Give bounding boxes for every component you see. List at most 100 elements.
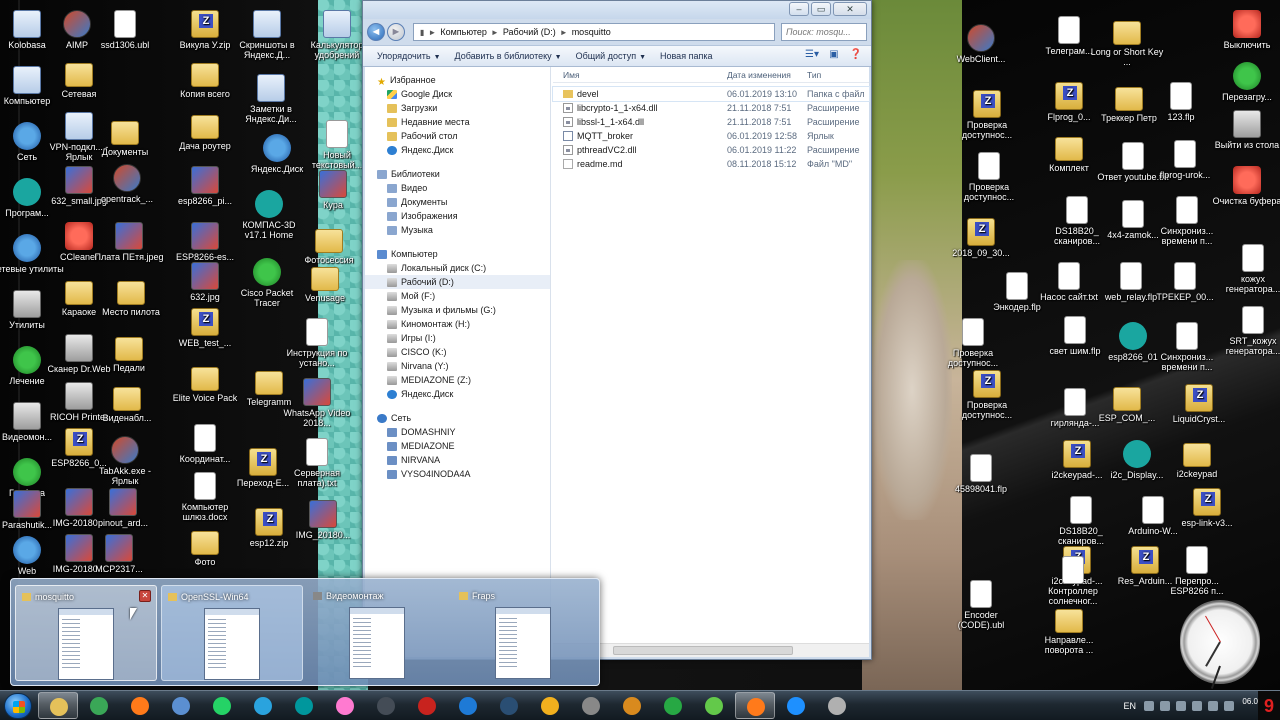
desktop-icon[interactable]: TabAkk.exe - Ярлык: [88, 436, 162, 486]
desktop-icon[interactable]: WhatsApp Video 2018...: [280, 378, 354, 428]
desktop-icon[interactable]: Venusage: [288, 264, 362, 303]
taskbar-button-thunderbird[interactable]: [161, 692, 201, 719]
taskbar-button-chrome[interactable]: [79, 692, 119, 719]
column-name[interactable]: Имя: [553, 70, 727, 80]
desktop-icon[interactable]: 123.flp: [1144, 82, 1218, 122]
nav-item-drives[interactable]: Рабочий (D:): [365, 275, 550, 289]
network-tray-icon[interactable]: [1224, 701, 1234, 711]
organize-menu[interactable]: Упорядочить ▼: [377, 51, 441, 61]
file-list[interactable]: Имя Дата изменения Тип devel 06.01.2019 1…: [552, 67, 870, 641]
favorites-header[interactable]: ★ Избранное: [365, 73, 550, 88]
taskbar-button-search[interactable]: [776, 692, 816, 719]
file-row[interactable]: devel 06.01.2019 13:10 Папка с файл: [552, 86, 870, 102]
file-row[interactable]: readme.md 08.11.2018 15:12 Файл "MD": [553, 157, 869, 171]
nav-item-drives[interactable]: Игры (I:): [365, 331, 550, 345]
nav-item-favorites[interactable]: Недавние места: [365, 115, 550, 129]
desktop-icon[interactable]: Заметки в Яндекс.Ди...: [234, 74, 308, 124]
desktop-icon[interactable]: opentrack_...: [90, 164, 164, 204]
tray-icon[interactable]: [1176, 701, 1186, 711]
desktop-icon[interactable]: i2ckeypad: [1160, 440, 1234, 479]
nav-item-network[interactable]: MEDIAZONE: [365, 439, 550, 453]
nav-item-network[interactable]: VYSO4INODA4A: [365, 467, 550, 481]
desktop-icon[interactable]: 45898041.flp: [944, 454, 1018, 494]
nav-item-drives[interactable]: Мой (F:): [365, 289, 550, 303]
close-button[interactable]: ✕: [833, 2, 867, 16]
add-to-library-menu[interactable]: Добавить в библиотеку ▼: [455, 51, 562, 61]
taskbar-button-aimp[interactable]: [530, 692, 570, 719]
desktop-icon[interactable]: Проверка доступнос...: [950, 90, 1024, 140]
file-row[interactable]: MQTT_broker 06.01.2019 12:58 Ярлык: [553, 129, 869, 143]
new-folder-button[interactable]: Новая папка: [660, 51, 712, 61]
file-row[interactable]: libcrypto-1_1-x64.dll 21.11.2018 7:51 Расш…: [553, 101, 869, 115]
nav-item-libraries[interactable]: Изображения: [365, 209, 550, 223]
thumbnail-videomontazh[interactable]: Видеомонтаж: [307, 585, 449, 681]
scrollbar-thumb[interactable]: [613, 646, 793, 655]
share-menu[interactable]: Общий доступ ▼: [576, 51, 646, 61]
breadcrumb-computer[interactable]: Компьютер: [440, 27, 487, 37]
taskbar-button-video-editor[interactable]: [571, 692, 611, 719]
desktop-icon[interactable]: кожух генератора...: [1216, 244, 1280, 294]
taskbar-button-terminal[interactable]: [366, 692, 406, 719]
thumbnail-fraps[interactable]: Fraps: [453, 585, 595, 681]
address-bar[interactable]: ▮ ► Компьютер ► Рабочий (D:) ► mosquitto: [413, 23, 775, 41]
maximize-button[interactable]: ▭: [811, 2, 831, 16]
column-date-modified[interactable]: Дата изменения: [727, 70, 807, 80]
taskbar-button-icq[interactable]: [694, 692, 734, 719]
desktop-icon[interactable]: Фото: [168, 528, 242, 567]
taskbar-button-mail-ru-agent[interactable]: [653, 692, 693, 719]
tray-icon[interactable]: [1160, 701, 1170, 711]
desktop-icon[interactable]: 2018_09_30...: [944, 218, 1018, 258]
preview-pane-icon[interactable]: ▣: [825, 49, 843, 63]
desktop-icon[interactable]: Кура: [296, 170, 370, 210]
desktop-icon[interactable]: Проверка доступнос...: [936, 318, 1010, 368]
nav-item-drives[interactable]: Киномонтаж (H:): [365, 317, 550, 331]
view-mode-icon[interactable]: ☰▾: [803, 49, 821, 63]
nav-item-libraries[interactable]: Видео: [365, 181, 550, 195]
taskbar-button-firefox-2[interactable]: [735, 692, 775, 719]
taskbar-button-explorer[interactable]: [38, 692, 78, 719]
desktop-icon[interactable]: Фотосессия: [292, 226, 366, 265]
nav-item-drives[interactable]: MEDIAZONE (Z:): [365, 373, 550, 387]
taskbar-button-filezilla[interactable]: [407, 692, 447, 719]
back-button[interactable]: ◄: [367, 23, 385, 41]
desktop-icon[interactable]: esp8266_pi...: [168, 166, 242, 206]
desktop-icon[interactable]: Контроллер солнечног...: [1036, 556, 1110, 606]
taskbar-button-edge[interactable]: [448, 692, 488, 719]
taskbar-button-whatsapp[interactable]: [202, 692, 242, 719]
search-input[interactable]: Поиск: mosqu...: [781, 23, 867, 41]
desktop-icon[interactable]: Синхрониз... времени п...: [1150, 322, 1224, 372]
libraries-header[interactable]: Библиотеки: [365, 167, 550, 181]
language-indicator[interactable]: EN: [1123, 701, 1136, 711]
desktop-icon[interactable]: Педали: [92, 334, 166, 373]
desktop-icon[interactable]: Направле... поворота ...: [1032, 606, 1106, 655]
forward-button[interactable]: ►: [387, 23, 405, 41]
file-row[interactable]: pthreadVC2.dll 06.01.2019 11:22 Расширение: [553, 143, 869, 157]
thumbnail-openssl[interactable]: OpenSSL-Win64: [161, 585, 303, 681]
computer-header[interactable]: Компьютер: [365, 247, 550, 261]
nav-item-favorites[interactable]: Загрузки: [365, 101, 550, 115]
desktop-icon[interactable]: Выключить: [1210, 10, 1280, 50]
nav-item-drives[interactable]: Музыка и фильмы (G:): [365, 303, 550, 317]
desktop-icon[interactable]: Перепро... ESP8266 п...: [1160, 546, 1234, 596]
file-row[interactable]: libssl-1_1-x64.dll 21.11.2018 7:51 Расшире…: [553, 115, 869, 129]
desktop-icon[interactable]: Elite Voice Pack: [168, 364, 242, 403]
taskbar-clock[interactable]: 06.0: [1242, 697, 1258, 706]
nav-item-drives[interactable]: Локальный диск (C:): [365, 261, 550, 275]
network-header[interactable]: Сеть: [365, 411, 550, 425]
desktop-icon[interactable]: Очистка буфера: [1210, 166, 1280, 206]
explorer-titlebar[interactable]: ‒ ▭ ✕: [363, 1, 871, 19]
nav-item-libraries[interactable]: Документы: [365, 195, 550, 209]
desktop-icon[interactable]: Проверка доступнос...: [950, 370, 1024, 420]
breadcrumb-mosquitto[interactable]: mosquitto: [572, 27, 611, 37]
desktop-icon[interactable]: esp-link-v3...: [1170, 488, 1244, 528]
taskbar-button-app-misc[interactable]: [817, 692, 857, 719]
nav-item-favorites[interactable]: Яндекс.Диск: [365, 143, 550, 157]
desktop-icon[interactable]: Виденабл...: [90, 384, 164, 423]
thumbnail-close-button[interactable]: ✕: [139, 590, 151, 602]
nav-item-favorites[interactable]: Google Диск: [365, 87, 550, 101]
taskbar-button-opentrack[interactable]: [325, 692, 365, 719]
desktop-icon[interactable]: Перезагру...: [1210, 62, 1280, 102]
thumbnail-mosquitto[interactable]: mosquitto ✕: [15, 585, 157, 681]
nav-item-favorites[interactable]: Рабочий стол: [365, 129, 550, 143]
minimize-button[interactable]: ‒: [789, 2, 809, 16]
